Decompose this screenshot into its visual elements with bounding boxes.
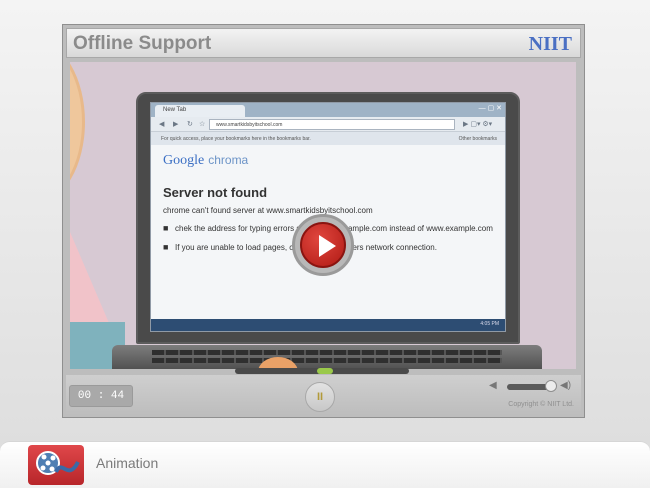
seek-progress [317,368,333,374]
bookmarks-hint: For quick access, place your bookmarks h… [161,136,311,142]
play-triangle [319,235,336,257]
bottom-bar: Animation [0,441,650,488]
browser-brand: Google chroma [163,151,493,169]
page-menu-icon: ▶ ▢▾ ⚙▾ [463,121,493,128]
error-title: Server not found [163,185,268,200]
back-icon: ◀ [159,121,165,128]
copyright-text: Copyright © NIIT Ltd. [508,401,574,408]
niit-logo: NIIT [528,33,572,55]
bullet-icon: ■ [163,242,169,252]
film-reel-icon[interactable] [28,445,84,485]
browser-tab: New Tab [155,105,245,117]
play-icon [300,222,346,268]
address-bar: www.smartkidsbyitschool.com [209,119,455,130]
key-row [152,358,502,363]
other-bookmarks: Other bookmarks [458,136,497,142]
key-row [152,350,502,355]
forward-icon: ▶ [173,121,179,128]
laptop-keyboard [112,345,542,369]
reload-icon: ↻ [187,121,193,128]
star-icon: ☆ [199,121,206,128]
speaker-loud-icon[interactable]: ◀) [560,380,571,391]
pause-button[interactable]: II [305,382,335,412]
page-title: Offline Support [73,33,212,54]
brand-chrome: chroma [208,153,249,167]
title-bar: Offline Support NIIT [66,28,581,58]
control-bar: 00 : 44 II ◀ ◀) Copyright © NIIT Ltd. [66,375,581,415]
brand-google: Google [163,153,205,168]
window-controls: — ▢ ✕ [478,105,502,112]
os-taskbar: 4:05 PM [151,319,505,331]
browser-toolbar: ◀ ▶ ↻ ☆ www.smartkidsbyitschool.com ▶ ▢▾… [151,117,505,132]
bookmarks-bar: For quick access, place your bookmarks h… [151,132,505,145]
speaker-icon[interactable]: ◀ [489,380,497,391]
decor-shape [70,62,85,202]
tab-strip: New Tab — ▢ ✕ [151,103,505,117]
video-player: Offline Support NIIT New Tab — ▢ ✕ ◀ ▶ ↻… [62,24,585,418]
video-frame[interactable]: New Tab — ▢ ✕ ◀ ▶ ↻ ☆ www.smartkidsbyits… [70,62,576,369]
animation-label: Animation [96,455,159,471]
volume-handle[interactable] [545,380,557,392]
seek-bar[interactable] [235,368,409,374]
play-button[interactable] [292,214,354,276]
bullet-icon: ■ [163,223,169,233]
time-display: 00 : 44 [69,385,133,407]
system-tray: 4:05 PM [480,321,499,327]
